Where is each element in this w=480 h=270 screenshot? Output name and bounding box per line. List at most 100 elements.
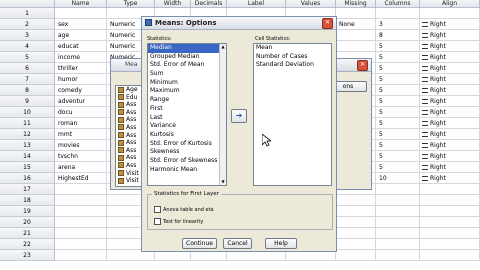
grid-cell[interactable] bbox=[55, 195, 107, 206]
variable-item[interactable]: Age bbox=[116, 86, 144, 94]
grid-cell[interactable] bbox=[376, 250, 420, 261]
grid-cell[interactable] bbox=[376, 239, 420, 250]
grid-cell[interactable] bbox=[336, 206, 376, 217]
row-number[interactable]: 8 bbox=[0, 85, 55, 96]
grid-cell[interactable]: educat bbox=[55, 41, 107, 52]
variable-item[interactable]: Ass bbox=[116, 147, 144, 155]
statistic-item[interactable]: First bbox=[148, 105, 219, 114]
anova-option[interactable]: Anova table and eta bbox=[154, 206, 214, 213]
row-number[interactable]: 6 bbox=[0, 63, 55, 74]
grid-cell[interactable]: Right bbox=[420, 107, 480, 118]
statistics-scrollbar[interactable]: ▲ ▼ bbox=[219, 44, 226, 185]
grid-cell[interactable]: 5 bbox=[376, 140, 420, 151]
cell-statistic-item[interactable]: Standard Deviation bbox=[254, 61, 331, 70]
grid-cell[interactable]: adventur bbox=[55, 96, 107, 107]
grid-cell[interactable]: income bbox=[55, 52, 107, 63]
row-number[interactable]: 17 bbox=[0, 184, 55, 195]
grid-cell[interactable]: Right bbox=[420, 74, 480, 85]
linearity-checkbox[interactable] bbox=[154, 218, 161, 225]
col-header-label[interactable]: Label bbox=[227, 0, 286, 8]
grid-cell[interactable]: 5 bbox=[376, 151, 420, 162]
variable-item[interactable]: Ass bbox=[116, 109, 144, 117]
grid-cell[interactable] bbox=[336, 217, 376, 228]
grid-cell[interactable] bbox=[376, 8, 420, 19]
variable-item[interactable]: Ass bbox=[116, 132, 144, 140]
grid-cell[interactable]: 5 bbox=[376, 162, 420, 173]
col-header-decimals[interactable]: Decimals bbox=[191, 0, 227, 8]
row-number[interactable]: 18 bbox=[0, 195, 55, 206]
statistic-item[interactable]: Grouped Median bbox=[148, 53, 219, 62]
grid-cell[interactable] bbox=[55, 228, 107, 239]
grid-cell[interactable] bbox=[336, 228, 376, 239]
col-header-type[interactable]: Type bbox=[107, 0, 155, 8]
grid-cell[interactable]: Right bbox=[420, 96, 480, 107]
grid-cell[interactable] bbox=[336, 30, 376, 41]
col-header-name[interactable]: Name bbox=[55, 0, 107, 8]
grid-cell[interactable] bbox=[420, 250, 480, 261]
grid-cell[interactable] bbox=[420, 228, 480, 239]
row-number[interactable]: 19 bbox=[0, 206, 55, 217]
col-header-missing[interactable]: Missing bbox=[336, 0, 376, 8]
grid-cell[interactable] bbox=[376, 217, 420, 228]
row-number[interactable]: 16 bbox=[0, 173, 55, 184]
statistic-item[interactable]: Std. Error of Kurtosis bbox=[148, 140, 219, 149]
grid-cell[interactable] bbox=[336, 239, 376, 250]
grid-cell[interactable]: Right bbox=[420, 30, 480, 41]
grid-cell[interactable] bbox=[336, 250, 376, 261]
grid-cell[interactable]: HighestEd bbox=[55, 173, 107, 184]
statistic-item[interactable]: Std. Error of Skewness bbox=[148, 157, 219, 166]
variable-item[interactable]: Edu bbox=[116, 94, 144, 102]
row-number[interactable]: 15 bbox=[0, 162, 55, 173]
grid-cell[interactable] bbox=[420, 184, 480, 195]
grid-cell[interactable]: Right bbox=[420, 151, 480, 162]
grid-cell[interactable]: 5 bbox=[376, 129, 420, 140]
grid-cell[interactable] bbox=[420, 239, 480, 250]
variable-item[interactable]: Visit bbox=[116, 170, 144, 178]
grid-cell[interactable] bbox=[376, 195, 420, 206]
grid-cell[interactable] bbox=[55, 184, 107, 195]
grid-cell[interactable]: Right bbox=[420, 129, 480, 140]
grid-cell[interactable] bbox=[55, 239, 107, 250]
statistics-list[interactable]: Median Grouped Median Std. Error of Mean Su… bbox=[147, 43, 227, 186]
col-header-width[interactable]: Width bbox=[155, 0, 191, 8]
row-number[interactable]: 14 bbox=[0, 151, 55, 162]
move-right-button[interactable]: ➔ bbox=[231, 109, 247, 123]
statistic-item[interactable]: Harmonic Mean bbox=[148, 166, 219, 175]
anova-checkbox[interactable] bbox=[154, 206, 161, 213]
statistic-item[interactable]: Last bbox=[148, 114, 219, 123]
grid-cell[interactable]: movies bbox=[55, 140, 107, 151]
grid-cell[interactable]: 10 bbox=[376, 173, 420, 184]
cell-statistic-item[interactable]: Number of Cases bbox=[254, 53, 331, 62]
cell-statistics-list[interactable]: Mean Number of Cases Standard Deviation bbox=[253, 43, 332, 186]
statistic-item[interactable]: Kurtosis bbox=[148, 131, 219, 140]
variable-item[interactable]: Visit bbox=[116, 177, 144, 185]
grid-cell[interactable]: Right bbox=[420, 63, 480, 74]
grid-cell[interactable] bbox=[420, 217, 480, 228]
grid-cell[interactable]: tvschn bbox=[55, 151, 107, 162]
row-number[interactable]: 4 bbox=[0, 41, 55, 52]
variable-item[interactable]: Ass bbox=[116, 116, 144, 124]
linearity-option[interactable]: Test for linearity bbox=[154, 218, 203, 225]
grid-cell[interactable] bbox=[336, 195, 376, 206]
continue-button[interactable]: Continue bbox=[182, 238, 217, 249]
grid-cell[interactable] bbox=[336, 41, 376, 52]
statistic-item[interactable]: Median bbox=[148, 44, 219, 53]
grid-cell[interactable]: comedy bbox=[55, 85, 107, 96]
grid-cell[interactable]: docu bbox=[55, 107, 107, 118]
variable-item[interactable]: Ass bbox=[116, 154, 144, 162]
row-number[interactable]: 21 bbox=[0, 228, 55, 239]
grid-cell[interactable]: Right bbox=[420, 140, 480, 151]
variable-item[interactable]: Ass bbox=[116, 124, 144, 132]
options-close-icon[interactable]: ✕ bbox=[322, 18, 333, 29]
grid-cell[interactable]: Right bbox=[420, 19, 480, 30]
grid-cell[interactable]: thriller bbox=[55, 63, 107, 74]
cancel-button[interactable]: Cancel bbox=[223, 238, 252, 249]
grid-cell[interactable] bbox=[376, 206, 420, 217]
grid-cell[interactable]: Right bbox=[420, 41, 480, 52]
row-number[interactable]: 3 bbox=[0, 30, 55, 41]
row-number[interactable]: 20 bbox=[0, 217, 55, 228]
row-number[interactable]: 23 bbox=[0, 250, 55, 261]
row-number[interactable]: 5 bbox=[0, 52, 55, 63]
help-button[interactable]: Help bbox=[265, 238, 297, 249]
cell-statistic-item[interactable]: Mean bbox=[254, 44, 331, 53]
